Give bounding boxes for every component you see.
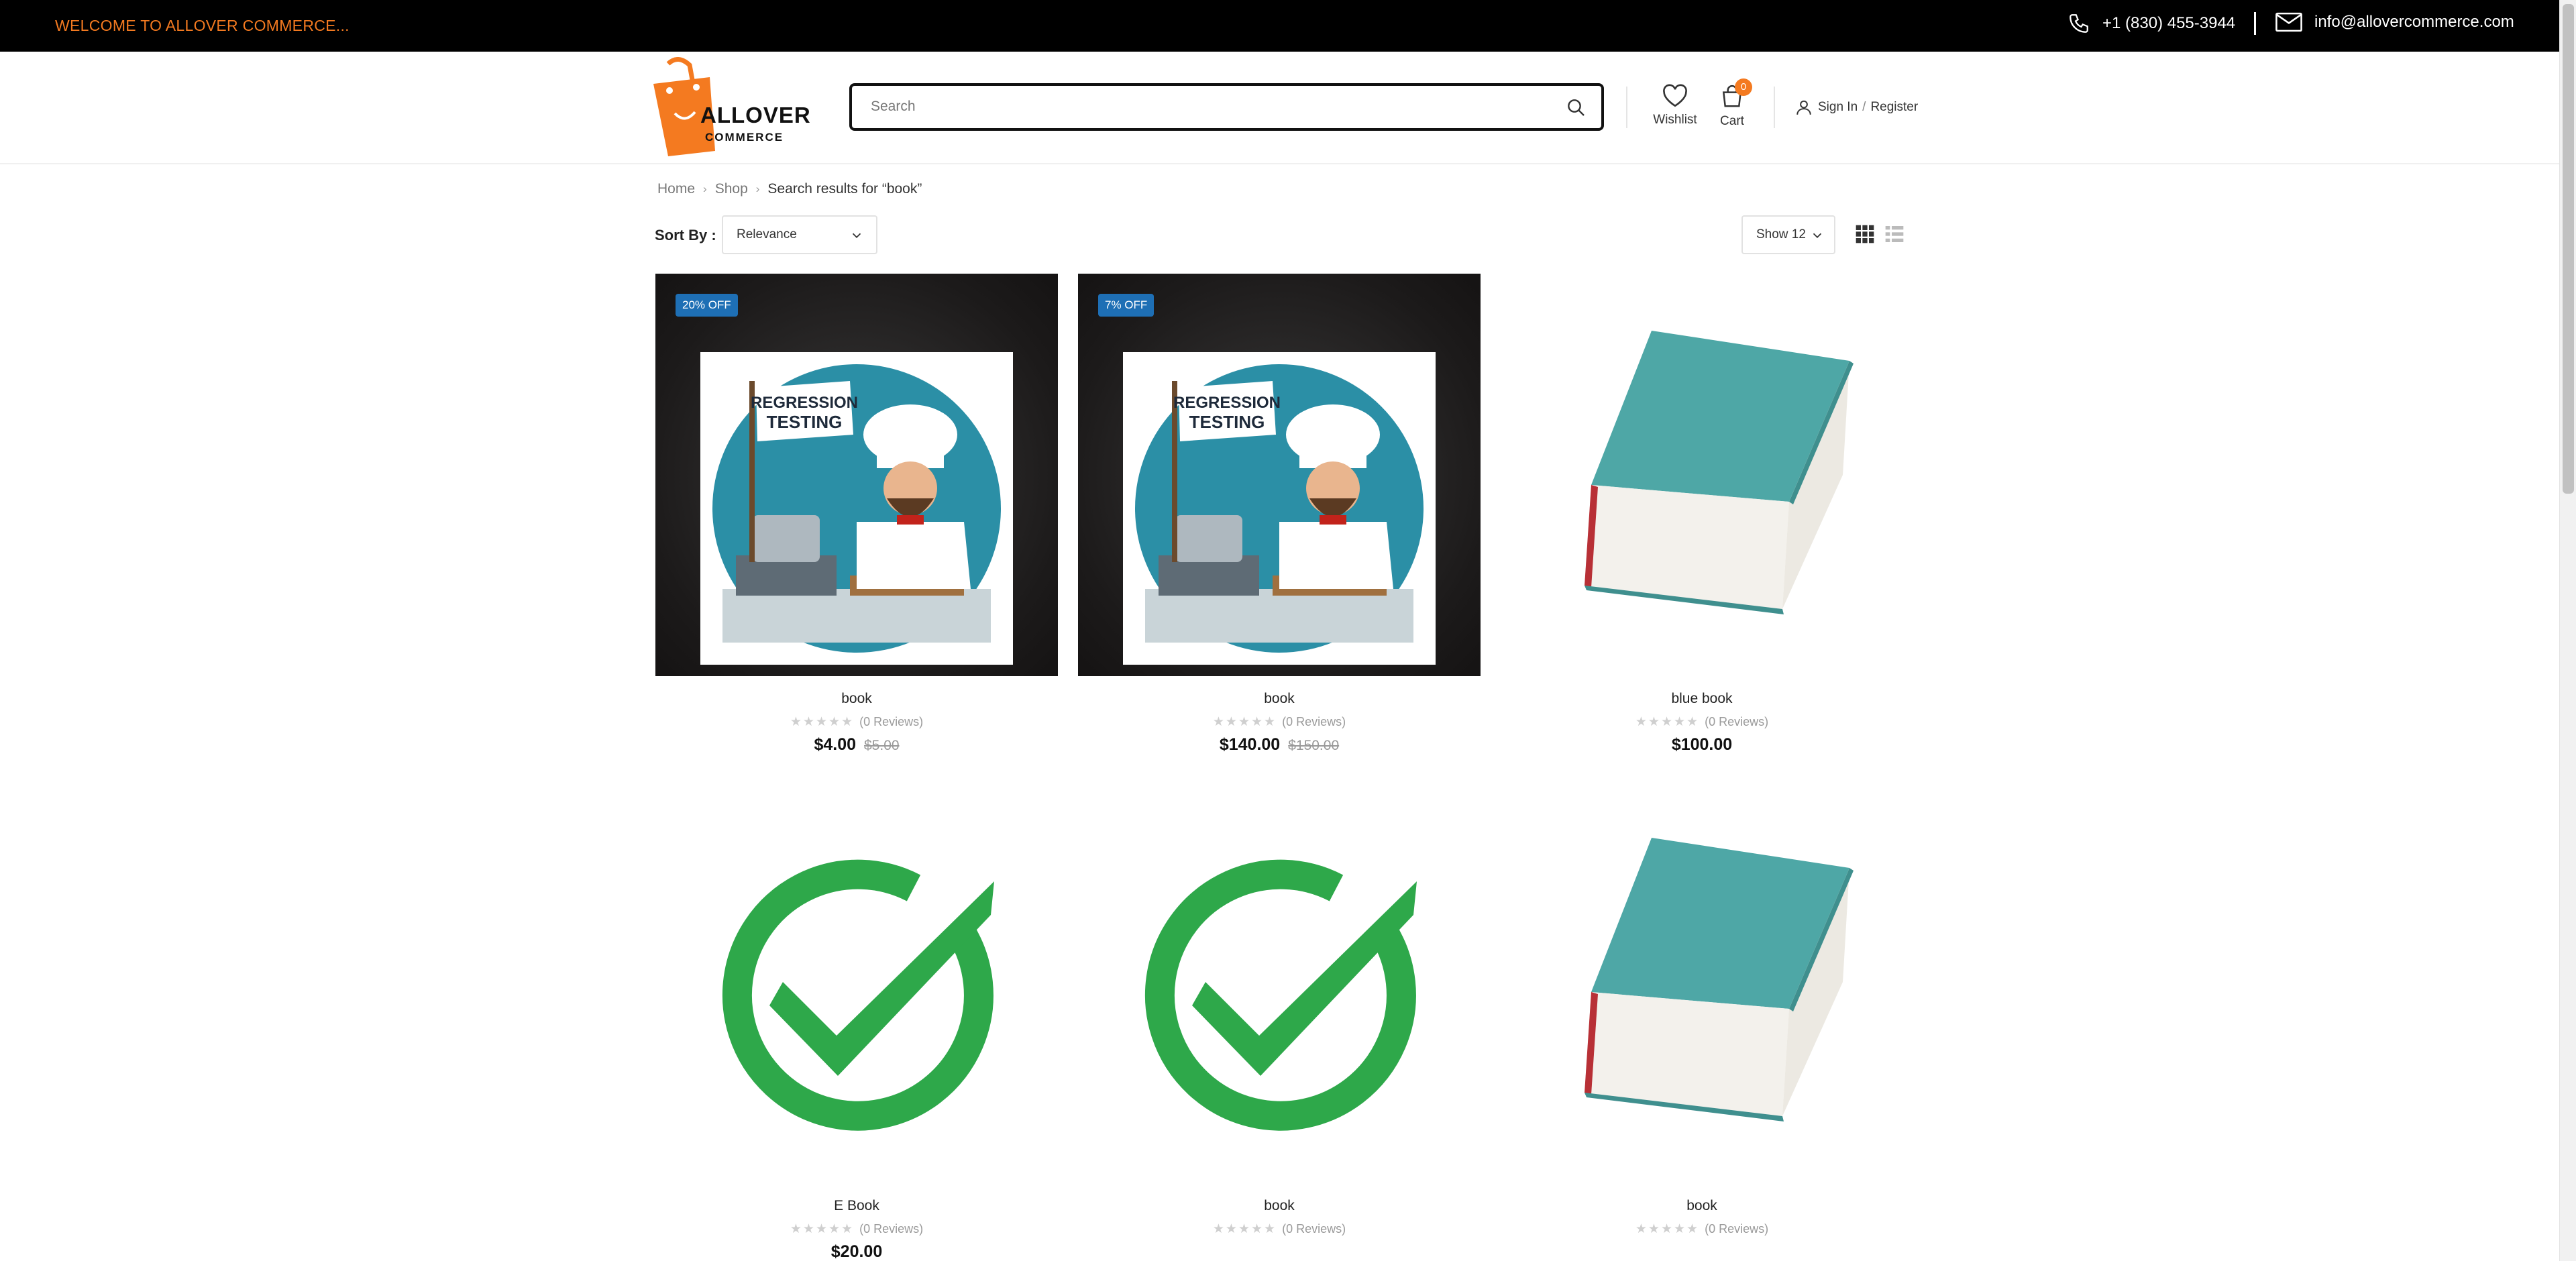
original-price: $150.00	[1288, 738, 1340, 753]
chevron-down-icon	[852, 233, 861, 239]
account-separator: /	[1862, 100, 1866, 114]
search-icon[interactable]	[1565, 97, 1587, 121]
heart-icon	[1663, 84, 1687, 107]
sort-select[interactable]: Relevance	[722, 215, 877, 254]
sign-in-link[interactable]: Sign In	[1818, 100, 1858, 115]
product-rating: ★ ★ ★ ★ ★ (0 Reviews)	[1078, 1221, 1481, 1237]
regression-testing-chef-image: REGRESSION TESTING	[1123, 352, 1436, 665]
teal-hardcover-book-image	[1585, 331, 1854, 614]
current-price: $20.00	[830, 1242, 883, 1261]
search-input[interactable]	[871, 97, 1542, 117]
review-count[interactable]: (0 Reviews)	[859, 1222, 923, 1236]
product-price: $140.00 $150.00	[1078, 735, 1481, 755]
current-price: $100.00	[1671, 735, 1733, 754]
mail-icon	[2275, 12, 2302, 32]
star-rating-icon: ★ ★ ★ ★ ★	[1635, 1222, 1699, 1236]
star-rating-icon: ★ ★ ★ ★ ★	[1212, 715, 1276, 729]
star-rating-icon: ★ ★ ★ ★ ★	[790, 1222, 853, 1236]
star-rating-icon: ★ ★ ★ ★ ★	[1212, 1222, 1276, 1236]
wishlist-label: Wishlist	[1653, 113, 1697, 127]
review-count[interactable]: (0 Reviews)	[859, 715, 923, 729]
product-rating: ★ ★ ★ ★ ★ (0 Reviews)	[1078, 714, 1481, 730]
green-checkmark-image	[722, 859, 994, 1131]
product-image[interactable]	[1501, 274, 1903, 676]
site-header: ALLOVER COMMERCE Wishlist 0 Cart Sign In…	[0, 52, 2559, 164]
product-image[interactable]	[655, 781, 1058, 1183]
product-image[interactable]	[1501, 781, 1903, 1183]
chevron-right-icon: ›	[703, 182, 707, 195]
breadcrumb: Home › Shop › Search results for “book”	[657, 181, 922, 197]
product-image[interactable]	[1078, 781, 1481, 1183]
header-divider	[1774, 87, 1775, 128]
product-image[interactable]: REGRESSION TESTING 20% OFF	[655, 274, 1058, 676]
account-links: Sign In / Register	[1795, 99, 1918, 116]
product-name[interactable]: E Book	[655, 1198, 1058, 1214]
breadcrumb-shop[interactable]: Shop	[715, 181, 748, 197]
header-divider	[1626, 87, 1627, 128]
product-name[interactable]: blue book	[1501, 691, 1903, 707]
star-rating-icon: ★ ★ ★ ★ ★	[790, 715, 853, 729]
breadcrumb-current: Search results for “book”	[767, 181, 922, 197]
email-address: info@allovercommerce.com	[2314, 13, 2514, 31]
list-view-icon[interactable]	[1884, 223, 1905, 248]
register-link[interactable]: Register	[1870, 100, 1918, 115]
teal-hardcover-book-image	[1585, 838, 1854, 1121]
phone-icon	[2070, 14, 2088, 33]
svg-text:REGRESSION: REGRESSION	[751, 394, 858, 412]
welcome-message: WELCOME TO ALLOVER COMMERCE...	[55, 17, 350, 34]
current-price: $4.00	[814, 735, 856, 754]
regression-testing-chef-image: REGRESSION TESTING	[700, 352, 1013, 665]
product-name[interactable]: book	[655, 691, 1058, 707]
original-price: $5.00	[864, 738, 900, 753]
logo-text-primary: ALLOVER	[700, 103, 811, 127]
product-name[interactable]: book	[1078, 1198, 1481, 1214]
sort-select-value: Relevance	[737, 227, 797, 241]
star-rating-icon: ★ ★ ★ ★ ★	[1635, 715, 1699, 729]
svg-text:TESTING: TESTING	[1189, 412, 1265, 432]
product-price: $20.00	[655, 1242, 1058, 1261]
email-contact[interactable]: info@allovercommerce.com	[2275, 12, 2514, 32]
allover-logo[interactable]: ALLOVER COMMERCE	[648, 57, 810, 158]
grid-view-icon[interactable]	[1854, 223, 1876, 248]
product-name[interactable]: book	[1501, 1198, 1903, 1214]
product-image[interactable]: REGRESSION TESTING 7% OFF	[1078, 274, 1481, 676]
svg-text:TESTING: TESTING	[767, 412, 843, 432]
scrollbar-thumb[interactable]	[2563, 4, 2574, 494]
current-price: $140.00	[1219, 735, 1281, 754]
cart-label: Cart	[1720, 114, 1744, 128]
top-bar: WELCOME TO ALLOVER COMMERCE... +1 (830) …	[0, 0, 2559, 52]
chevron-right-icon: ›	[755, 182, 760, 195]
green-checkmark-image	[1144, 859, 1417, 1131]
discount-badge: 20% OFF	[676, 294, 738, 317]
breadcrumb-home[interactable]: Home	[657, 181, 695, 197]
product-price: $4.00 $5.00	[655, 735, 1058, 755]
phone-number: +1 (830) 455-3944	[2102, 14, 2236, 32]
product-rating: ★ ★ ★ ★ ★ (0 Reviews)	[1501, 714, 1903, 730]
product-rating: ★ ★ ★ ★ ★ (0 Reviews)	[655, 714, 1058, 730]
review-count[interactable]: (0 Reviews)	[1705, 715, 1768, 729]
discount-badge: 7% OFF	[1098, 294, 1155, 317]
user-icon	[1796, 100, 1811, 115]
page-scrollbar[interactable]	[2559, 0, 2576, 1261]
cart-count-badge: 0	[1735, 78, 1752, 96]
chevron-down-icon	[1813, 233, 1822, 239]
search-bar	[849, 83, 1604, 131]
review-count[interactable]: (0 Reviews)	[1282, 715, 1346, 729]
topbar-divider	[2254, 12, 2256, 35]
wishlist-button[interactable]: Wishlist	[1652, 84, 1699, 127]
svg-text:REGRESSION: REGRESSION	[1173, 394, 1281, 412]
review-count[interactable]: (0 Reviews)	[1705, 1222, 1768, 1236]
show-count-value: Show 12	[1756, 227, 1806, 241]
cart-button[interactable]: 0 Cart	[1712, 78, 1752, 129]
logo-text-secondary: COMMERCE	[705, 131, 784, 144]
product-rating: ★ ★ ★ ★ ★ (0 Reviews)	[1501, 1221, 1903, 1237]
product-rating: ★ ★ ★ ★ ★ (0 Reviews)	[655, 1221, 1058, 1237]
product-price: $100.00	[1501, 735, 1903, 755]
product-name[interactable]: book	[1078, 691, 1481, 707]
phone-contact[interactable]: +1 (830) 455-3944	[2068, 12, 2235, 35]
sort-label: Sort By :	[655, 227, 716, 243]
show-count-select[interactable]: Show 12	[1741, 215, 1835, 254]
review-count[interactable]: (0 Reviews)	[1282, 1222, 1346, 1236]
